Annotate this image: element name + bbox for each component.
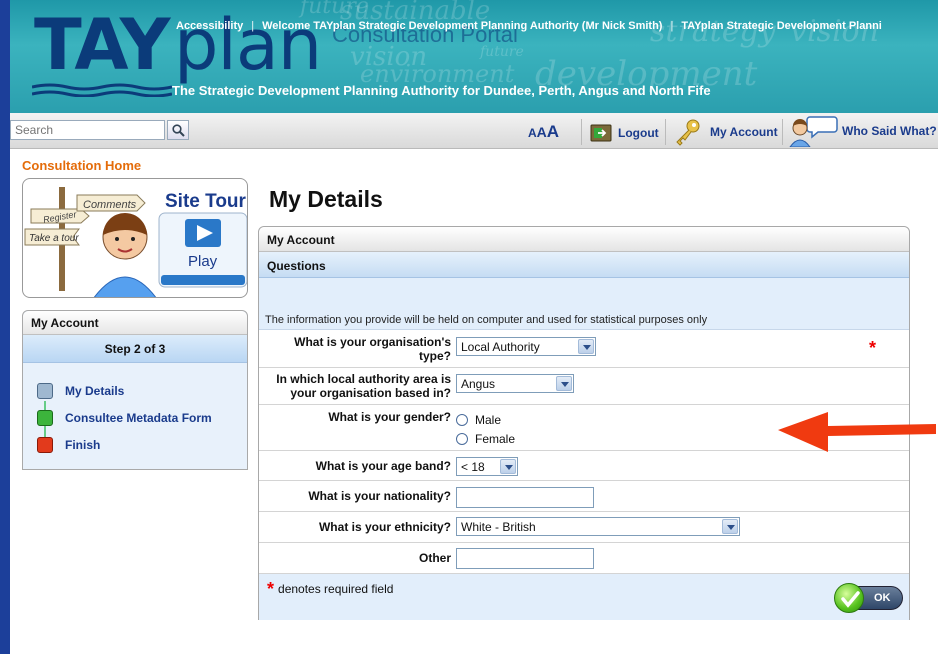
sidebar-item-label: My Details bbox=[65, 384, 125, 398]
search-button[interactable] bbox=[167, 120, 189, 140]
question-row-organisation-type: What is your organisation's type? Local … bbox=[259, 331, 909, 368]
info-text: The information you provide will be held… bbox=[265, 314, 708, 326]
ok-label: OK bbox=[874, 592, 891, 604]
search-input[interactable] bbox=[10, 120, 165, 140]
toolbar: AAA Logout My Account bbox=[10, 113, 938, 149]
radio-button[interactable] bbox=[456, 433, 468, 445]
logout-label: Logout bbox=[618, 126, 659, 140]
sidebar-item-my-details[interactable]: My Details bbox=[37, 383, 124, 399]
nationality-input[interactable] bbox=[456, 487, 594, 508]
required-note-text: denotes required field bbox=[278, 582, 394, 596]
question-label: What is your ethnicity? bbox=[318, 520, 451, 534]
select-value: < 18 bbox=[461, 460, 485, 474]
step-indicator: Step 2 of 3 bbox=[23, 335, 247, 363]
step-current-icon bbox=[37, 383, 53, 399]
font-large-button[interactable]: A bbox=[547, 122, 559, 141]
sidebar-item-label: Finish bbox=[65, 438, 101, 452]
question-row-nationality: What is your nationality? bbox=[259, 481, 909, 512]
sign-comments: Comments bbox=[83, 199, 137, 211]
who-said-what-button[interactable]: Who Said What? bbox=[788, 115, 937, 147]
gender-option-male[interactable]: Male bbox=[456, 413, 515, 427]
select-value: White - British bbox=[461, 520, 536, 534]
required-marker: * bbox=[869, 338, 877, 358]
my-account-button[interactable]: My Account bbox=[672, 117, 778, 147]
panel-header: My Account bbox=[259, 227, 909, 252]
toolbar-divider bbox=[782, 119, 783, 145]
dropdown-arrow-icon bbox=[722, 519, 738, 534]
question-row-ethnicity: What is your ethnicity? White - British bbox=[259, 512, 909, 543]
ok-button[interactable]: OK bbox=[834, 583, 903, 613]
questions-header: Questions bbox=[259, 252, 909, 278]
required-note: * denotes required field bbox=[267, 579, 394, 599]
logout-button[interactable]: Logout bbox=[590, 121, 659, 145]
question-label: What is your organisation's type? bbox=[294, 335, 451, 363]
organisation-link[interactable]: TAYplan Strategic Development Planni bbox=[681, 20, 882, 32]
welcome-link[interactable]: Welcome TAYplan Strategic Development Pl… bbox=[262, 20, 662, 32]
site-tour-title: Site Tour bbox=[165, 191, 246, 212]
age-band-select[interactable]: < 18 bbox=[456, 457, 518, 476]
magnifier-icon bbox=[172, 124, 185, 137]
tayplan-logo-tay: TAY bbox=[34, 4, 170, 86]
toolbar-divider bbox=[581, 119, 582, 145]
question-label: What is your gender? bbox=[328, 410, 451, 424]
my-account-label: My Account bbox=[710, 125, 778, 139]
annotation-arrow-icon bbox=[778, 412, 936, 452]
other-input[interactable] bbox=[456, 548, 594, 569]
sidebar-item-finish[interactable]: Finish bbox=[37, 437, 100, 453]
radio-label: Male bbox=[475, 413, 502, 427]
site-banner: sustainable future strategy vision visio… bbox=[10, 0, 938, 113]
checkmark-icon bbox=[834, 583, 864, 613]
page-title: My Details bbox=[269, 186, 383, 212]
font-size-controls: AAA bbox=[528, 122, 559, 142]
step-next-icon bbox=[37, 410, 53, 426]
select-value: Local Authority bbox=[461, 340, 540, 354]
local-authority-select[interactable]: Angus bbox=[456, 374, 574, 393]
dropdown-arrow-icon bbox=[556, 376, 572, 391]
select-value: Angus bbox=[461, 377, 496, 391]
ethnicity-select[interactable]: White - British bbox=[456, 517, 740, 536]
browser-page: sustainable future strategy vision visio… bbox=[10, 0, 938, 654]
logo-wave-icon bbox=[32, 83, 172, 97]
question-label: Other bbox=[418, 551, 451, 565]
sign-take-a-tour: Take a tour bbox=[29, 233, 79, 244]
toolbar-divider bbox=[665, 119, 666, 145]
sidebar-item-consultee-metadata-form[interactable]: Consultee Metadata Form bbox=[37, 410, 212, 426]
site-tour-play-label[interactable]: Play bbox=[188, 253, 217, 270]
radio-button[interactable] bbox=[456, 414, 468, 426]
breadcrumb-consultation-home[interactable]: Consultation Home bbox=[22, 158, 141, 173]
logout-door-icon bbox=[590, 124, 612, 142]
organisation-type-select[interactable]: Local Authority bbox=[456, 337, 596, 356]
gender-option-female[interactable]: Female bbox=[456, 432, 515, 446]
site-tour-widget[interactable]: Register Comments Take a tour Site Tour … bbox=[22, 178, 248, 298]
speech-person-icon bbox=[789, 116, 838, 147]
dropdown-arrow-icon bbox=[500, 459, 516, 474]
account-steps-sidebar: My Account Step 2 of 3 My Details Consul… bbox=[22, 310, 248, 470]
key-icon bbox=[676, 119, 700, 146]
font-small-button[interactable]: A bbox=[528, 126, 537, 140]
form-footer: * denotes required field OK bbox=[259, 574, 909, 620]
question-label: What is your nationality? bbox=[308, 489, 451, 503]
question-label: In which local authority area is your or… bbox=[276, 372, 451, 400]
required-star: * bbox=[267, 579, 275, 599]
question-label: What is your age band? bbox=[315, 459, 451, 473]
font-medium-button[interactable]: A bbox=[537, 124, 547, 140]
sidebar-item-label: Consultee Metadata Form bbox=[65, 411, 212, 425]
sidebar-header: My Account bbox=[23, 311, 247, 335]
dropdown-arrow-icon bbox=[578, 339, 594, 354]
step-finish-icon bbox=[37, 437, 53, 453]
who-said-what-label: Who Said What? bbox=[842, 124, 937, 138]
accessibility-link[interactable]: Accessibility bbox=[176, 20, 243, 32]
top-navigation: Accessibility | Welcome TAYplan Strategic … bbox=[176, 20, 882, 32]
banner-tagline: The Strategic Development Planning Autho… bbox=[172, 83, 711, 98]
radio-label: Female bbox=[475, 432, 516, 446]
question-row-other: Other bbox=[259, 543, 909, 574]
questions-intro: The information you provide will be held… bbox=[259, 278, 909, 330]
